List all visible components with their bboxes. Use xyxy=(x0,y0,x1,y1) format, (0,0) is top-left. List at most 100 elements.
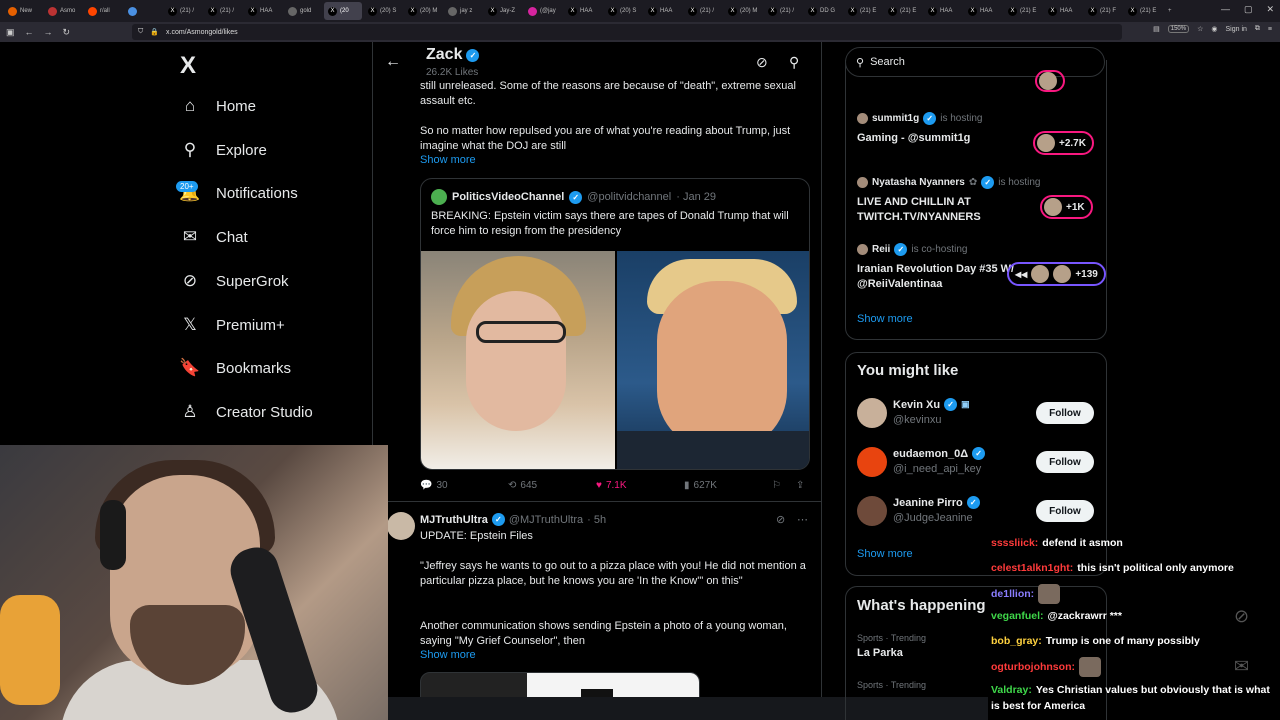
browser-tab[interactable]: Asmo xyxy=(44,2,82,20)
sidebar-item-supergrok[interactable]: ⊘ SuperGrok xyxy=(180,271,289,291)
chat-username[interactable]: ssssliick: xyxy=(991,537,1038,549)
browser-tab[interactable]: r/all xyxy=(84,2,122,20)
author-name[interactable]: MJTruthUltra xyxy=(420,514,488,526)
star-icon[interactable]: ☆ xyxy=(1197,25,1203,33)
show-more-suggestions-link[interactable]: Show more xyxy=(857,548,913,560)
browser-tab[interactable]: X (21) / xyxy=(764,2,802,20)
like-button[interactable]: ♥ 7.1K xyxy=(596,480,627,491)
post-media[interactable] xyxy=(420,672,700,700)
browser-tab[interactable]: X HAA xyxy=(964,2,1002,20)
space-title[interactable]: Iranian Revolution Day #35 W/ @ReiiValen… xyxy=(857,262,1017,292)
follow-button[interactable]: Follow xyxy=(1036,500,1094,522)
sidebar-toggle-icon[interactable]: ▣ xyxy=(6,27,15,38)
space-title[interactable]: LIVE AND CHILLIN AT TWITCH.TV/NYANNERS xyxy=(857,195,1017,225)
quoted-author-name[interactable]: PoliticsVideoChannel xyxy=(452,191,564,203)
share-button[interactable]: ⇪ xyxy=(796,480,804,491)
browser-tab[interactable]: X (21) E xyxy=(1124,2,1162,20)
space-listeners-pill[interactable]: +1K xyxy=(1040,195,1093,219)
browser-tab[interactable]: X HAA xyxy=(244,2,282,20)
chat-username[interactable]: de1llion: xyxy=(991,588,1034,600)
space-pill-top[interactable] xyxy=(1035,70,1065,92)
browser-tab[interactable]: New xyxy=(4,2,42,20)
browser-tab[interactable]: X (21) F xyxy=(1084,2,1122,20)
grok-icon[interactable]: ⊘ xyxy=(776,513,785,526)
space-listeners-pill[interactable]: +2.7K xyxy=(1033,131,1094,155)
chat-username[interactable]: celest1alkn1ght: xyxy=(991,562,1073,574)
grok-icon[interactable]: ⊘ xyxy=(756,54,768,71)
menu-icon[interactable]: ≡ xyxy=(1268,26,1272,33)
browser-tab[interactable]: X HAA xyxy=(644,2,682,20)
suggested-user-name[interactable]: Kevin Xu ✓ ▣ xyxy=(893,398,970,411)
browser-tab[interactable] xyxy=(124,2,162,20)
browser-tab[interactable]: X (21) E xyxy=(884,2,922,20)
trend-name[interactable]: La Parka xyxy=(857,647,903,659)
browser-tab[interactable]: X (20 xyxy=(324,2,362,20)
close-window-icon[interactable]: ✕ xyxy=(1266,4,1274,15)
more-options-icon[interactable]: ⋯ xyxy=(797,513,808,526)
browser-tab[interactable]: X DD G xyxy=(804,2,842,20)
back-arrow-icon[interactable]: ← xyxy=(385,53,401,71)
browser-tab[interactable]: X (21) / xyxy=(204,2,242,20)
show-more-spaces-link[interactable]: Show more xyxy=(857,313,913,325)
reply-button[interactable]: 💬 30 xyxy=(420,480,448,491)
x-logo[interactable]: X xyxy=(180,52,196,80)
forward-icon[interactable]: → xyxy=(44,27,53,37)
zoom-level[interactable]: 150% xyxy=(1167,25,1190,33)
sidebar-item-home[interactable]: ⌂ Home xyxy=(180,96,256,116)
sidebar-item-creator-studio[interactable]: ♙ Creator Studio xyxy=(180,402,312,422)
space-title[interactable]: Gaming - @summit1g xyxy=(857,131,1017,146)
browser-tab[interactable]: gold xyxy=(284,2,322,20)
quoted-post-image-right[interactable] xyxy=(617,251,809,469)
browser-tab[interactable]: jay z xyxy=(444,2,482,20)
avatar[interactable] xyxy=(387,512,415,540)
browser-tab[interactable]: X (21) E xyxy=(1004,2,1042,20)
new-tab-icon[interactable]: + xyxy=(1164,2,1178,20)
browser-tab[interactable]: X HAA xyxy=(564,2,602,20)
avatar[interactable] xyxy=(857,496,887,526)
sidebar-item-bookmarks[interactable]: 🔖 Bookmarks xyxy=(179,358,291,378)
reader-icon[interactable]: ▤ xyxy=(1153,25,1160,33)
show-more-link[interactable]: Show more xyxy=(420,154,476,166)
views-button[interactable]: ▮ 627K xyxy=(684,480,717,491)
browser-tab[interactable]: X (21) E xyxy=(844,2,882,20)
author-handle[interactable]: @MJTruthUltra xyxy=(509,514,583,526)
avatar[interactable] xyxy=(857,447,887,477)
browser-tab[interactable]: X (20) M xyxy=(404,2,442,20)
follow-button[interactable]: Follow xyxy=(1036,402,1094,424)
sidebar-item-explore[interactable]: ⚲ Explore xyxy=(180,140,267,160)
reload-icon[interactable]: ↻ xyxy=(63,27,71,38)
quoted-post[interactable]: PoliticsVideoChannel ✓ @politvidchannel … xyxy=(420,178,810,470)
suggested-user-name[interactable]: eudaemon_0Δ ✓ xyxy=(893,447,986,460)
avatar[interactable] xyxy=(431,189,447,205)
sign-in-link[interactable]: Sign in xyxy=(1226,26,1247,33)
browser-tab[interactable]: X (20) M xyxy=(724,2,762,20)
follow-button[interactable]: Follow xyxy=(1036,451,1094,473)
space-listeners-pill[interactable]: ◀◀ +139 xyxy=(1007,262,1106,286)
browser-tab[interactable]: (@jay xyxy=(524,2,562,20)
suggested-user-name[interactable]: Jeanine Pirro ✓ xyxy=(893,496,980,509)
chat-username[interactable]: ogturbojohnson: xyxy=(991,661,1075,673)
url-bar[interactable]: ⛉ 🔒 x.com/Asmongold/likes xyxy=(132,24,1122,40)
browser-tab[interactable]: X (21) / xyxy=(684,2,722,20)
account-icon[interactable]: ◉ xyxy=(1211,25,1217,33)
browser-tab[interactable]: X (20) S xyxy=(364,2,402,20)
chat-username[interactable]: veganfuel: xyxy=(991,610,1044,622)
minimize-icon[interactable]: — xyxy=(1221,4,1230,15)
chat-username[interactable]: bob_gray: xyxy=(991,635,1042,647)
repost-button[interactable]: ⟲ 645 xyxy=(508,480,537,491)
browser-tab[interactable]: X HAA xyxy=(924,2,962,20)
maximize-icon[interactable]: ▢ xyxy=(1244,4,1253,15)
sidebar-item-chat[interactable]: ✉ Chat xyxy=(180,227,248,247)
sidebar-item-notifications[interactable]: 🔔 Notifications xyxy=(179,183,297,203)
extensions-icon[interactable]: ⧉ xyxy=(1255,25,1260,33)
quoted-post-image-left[interactable] xyxy=(421,251,615,469)
chat-username[interactable]: Valdray: xyxy=(991,684,1032,696)
avatar[interactable] xyxy=(857,398,887,428)
show-more-link[interactable]: Show more xyxy=(420,649,476,661)
bookmark-button[interactable]: ⚐ xyxy=(772,480,781,491)
search-icon[interactable]: ⚲ xyxy=(789,54,799,71)
browser-tab[interactable]: X HAA xyxy=(1044,2,1082,20)
browser-tab[interactable]: X (20) S xyxy=(604,2,642,20)
sidebar-item-premium-[interactable]: 𝕏 Premium+ xyxy=(180,315,285,335)
browser-tab[interactable]: X (21) / xyxy=(164,2,202,20)
